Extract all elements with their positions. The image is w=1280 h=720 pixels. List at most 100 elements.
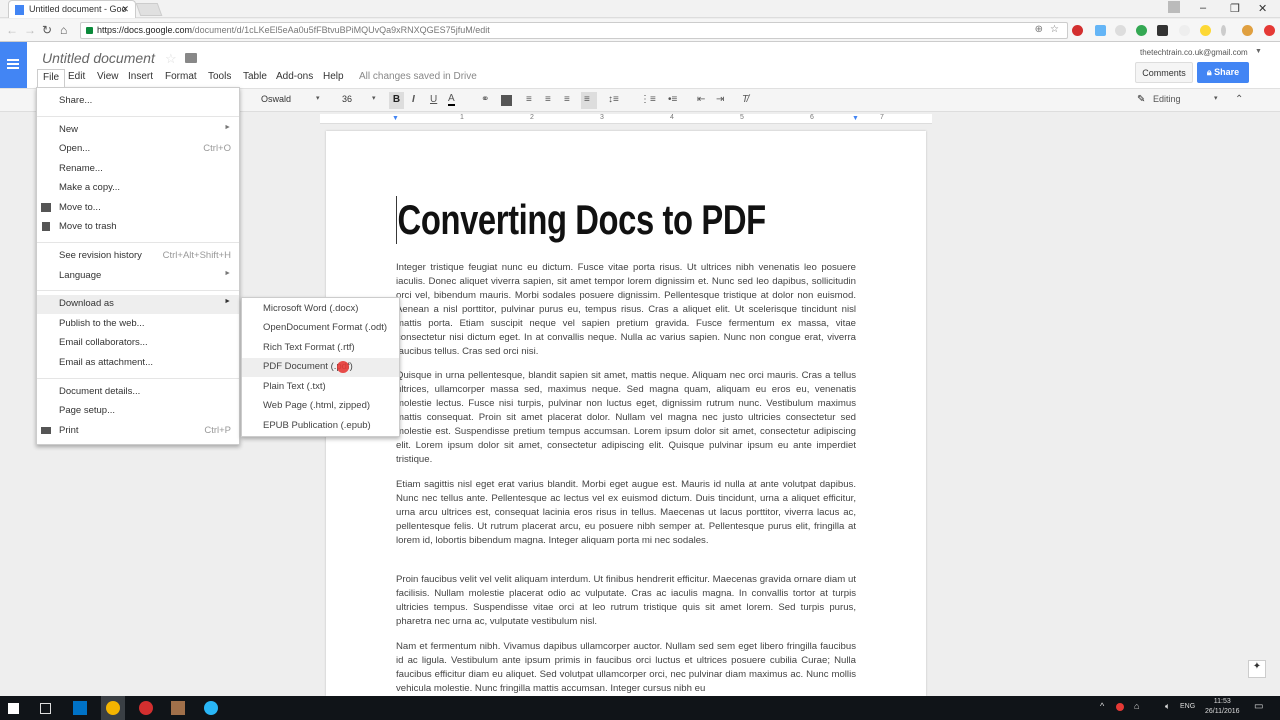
menu-view[interactable]: View [92, 69, 124, 84]
right-indent-marker[interactable]: ▼ [852, 115, 859, 122]
justify-icon[interactable]: ≡ [581, 92, 597, 109]
download-pdf[interactable]: PDF Document (.pdf) [242, 358, 399, 377]
ruler[interactable]: 1 2 3 4 5 6 7 ▼ ▼ [320, 114, 932, 124]
menu-item-rename[interactable]: Rename... [37, 160, 239, 179]
close-window-button[interactable]: ✕ [1258, 2, 1267, 15]
bulleted-list-icon[interactable]: •≡ [668, 94, 677, 105]
align-center-icon[interactable]: ≡ [545, 94, 551, 105]
collapse-menu-icon[interactable]: ⌃ [1235, 94, 1243, 105]
extension-clock-icon[interactable] [1115, 25, 1126, 36]
text-color-button[interactable]: A [448, 94, 455, 106]
download-docx[interactable]: Microsoft Word (.docx) [242, 300, 399, 319]
download-rtf[interactable]: Rich Text Format (.rtf) [242, 339, 399, 358]
browser-tab[interactable]: Untitled document - Goo ✕ [8, 0, 136, 18]
menu-item-make-copy[interactable]: Make a copy... [37, 179, 239, 198]
increase-indent-icon[interactable]: ⇥ [716, 94, 724, 105]
docs-home-icon[interactable] [0, 42, 27, 88]
outlook-icon[interactable] [73, 701, 87, 715]
menu-format[interactable]: Format [160, 69, 202, 84]
menu-item-publish[interactable]: Publish to the web... [37, 315, 239, 334]
extension-icon[interactable] [1095, 25, 1106, 36]
paragraph[interactable]: Etiam sagittis nisl eget erat varius bla… [396, 478, 856, 548]
align-right-icon[interactable]: ≡ [564, 94, 570, 105]
download-odt[interactable]: OpenDocument Format (.odt) [242, 319, 399, 338]
menu-item-email-collaborators[interactable]: Email collaborators... [37, 334, 239, 353]
tray-chevron-icon[interactable]: ^ [1100, 701, 1104, 711]
menu-item-print[interactable]: Print Ctrl+P [37, 422, 239, 441]
explore-button[interactable]: ✦ [1248, 660, 1266, 678]
adblock-icon[interactable] [1072, 25, 1083, 36]
menu-item-document-details[interactable]: Document details... [37, 383, 239, 402]
tray-icon[interactable] [1116, 703, 1124, 711]
close-tab-icon[interactable]: ✕ [121, 4, 129, 15]
chrome-icon[interactable] [106, 701, 120, 715]
home-icon[interactable]: ⌂ [60, 23, 67, 37]
back-icon[interactable]: ← [6, 23, 18, 37]
amazon-icon[interactable] [1242, 25, 1253, 36]
url-input[interactable]: https://docs.google.com/document/d/1cLKe… [80, 22, 1068, 39]
editing-mode-select[interactable]: Editing [1153, 94, 1181, 104]
extension-icon[interactable] [1221, 25, 1226, 36]
account-email[interactable]: thetechtrain.co.uk@gmail.com [1140, 48, 1248, 57]
left-indent-marker[interactable]: ▼ [392, 115, 399, 122]
menu-file[interactable]: File [37, 69, 66, 87]
forward-icon[interactable]: → [24, 23, 36, 37]
numbered-list-icon[interactable]: ⋮≡ [640, 94, 656, 105]
align-left-icon[interactable]: ≡ [526, 94, 532, 105]
star-icon[interactable]: ☆ [1050, 24, 1059, 35]
menu-item-open[interactable]: Open... Ctrl+O [37, 140, 239, 159]
download-txt[interactable]: Plain Text (.txt) [242, 378, 399, 397]
zoom-icon[interactable]: ⊕ [1035, 24, 1043, 35]
menu-insert[interactable]: Insert [123, 69, 158, 84]
document-heading[interactable]: Converting Docs to PDF [396, 196, 766, 244]
menu-edit[interactable]: Edit [63, 69, 90, 84]
comment-icon[interactable] [501, 95, 512, 106]
volume-icon[interactable]: 🔈︎ [1165, 701, 1170, 712]
line-spacing-icon[interactable]: ↕≡ [608, 94, 619, 105]
paragraph[interactable]: Proin faucibus velit vel velit aliquam i… [396, 573, 856, 629]
menu-item-email-attachment[interactable]: Email as attachment... [37, 354, 239, 373]
paragraph[interactable]: Nam et fermentum nibh. Vivamus dapibus u… [396, 640, 856, 696]
drive-icon[interactable] [1136, 25, 1147, 36]
share-button[interactable]: 🔒︎ Share [1197, 62, 1249, 83]
comments-button[interactable]: Comments [1135, 62, 1193, 83]
new-tab-button[interactable] [135, 3, 163, 16]
extension-z-icon[interactable] [1200, 25, 1211, 36]
paragraph[interactable]: Quisque in urna pellentesque, blandit sa… [396, 369, 856, 467]
windows-start-icon[interactable] [8, 703, 19, 714]
opera-icon[interactable] [1264, 25, 1275, 36]
network-icon[interactable]: ⌂ [1134, 701, 1139, 711]
app-icon[interactable] [204, 701, 218, 715]
menu-item-download-as[interactable]: Download as ► [37, 295, 239, 314]
minimize-button[interactable]: – [1200, 2, 1206, 14]
download-html[interactable]: Web Page (.html, zipped) [242, 397, 399, 416]
clear-formatting-icon[interactable]: T̸ [742, 94, 748, 105]
decrease-indent-icon[interactable]: ⇤ [697, 94, 705, 105]
profile-icon[interactable] [1168, 1, 1180, 13]
clock[interactable]: 11:53 26/11/2016 [1205, 697, 1240, 717]
link-icon[interactable]: ⚭ [481, 94, 489, 105]
menu-tools[interactable]: Tools [203, 69, 236, 84]
extension-icon[interactable] [1179, 25, 1190, 36]
menu-item-page-setup[interactable]: Page setup... [37, 402, 239, 421]
notifications-icon[interactable]: ▭ [1254, 701, 1263, 712]
extension-icon[interactable] [1157, 25, 1168, 36]
download-epub[interactable]: EPUB Publication (.epub) [242, 417, 399, 436]
task-view-icon[interactable] [40, 703, 51, 714]
menu-item-new[interactable]: New ► [37, 121, 239, 140]
menu-item-trash[interactable]: Move to trash [37, 218, 239, 237]
restore-button[interactable]: ❐ [1230, 2, 1240, 15]
underline-button[interactable]: U [430, 94, 437, 105]
menu-table[interactable]: Table [238, 69, 272, 84]
menu-item-share[interactable]: Share... [37, 92, 239, 111]
document-title[interactable]: Untitled document [42, 50, 155, 66]
recorder-icon[interactable] [139, 701, 153, 715]
bold-button[interactable]: B [389, 92, 404, 109]
menu-item-language[interactable]: Language ► [37, 267, 239, 286]
account-dropdown-icon[interactable]: ▼ [1255, 48, 1262, 55]
menu-item-move-to[interactable]: Move to... [37, 199, 239, 218]
menu-item-revision-history[interactable]: See revision history Ctrl+Alt+Shift+H [37, 247, 239, 266]
folder-icon[interactable] [185, 53, 197, 63]
font-select[interactable]: Oswald [261, 94, 291, 104]
app-icon[interactable] [171, 701, 185, 715]
